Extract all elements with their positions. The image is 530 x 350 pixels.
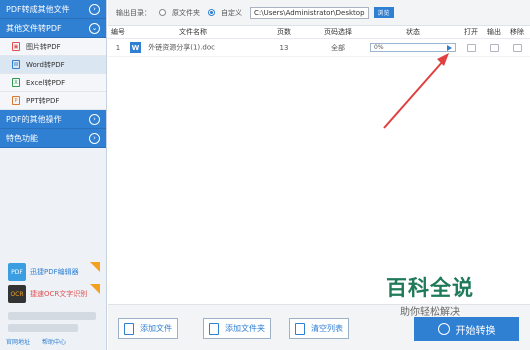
- watermark-subtitle: 助你轻松解决: [400, 307, 460, 318]
- promo-ocr[interactable]: OCR 捷速OCR文字识别: [8, 284, 100, 304]
- option-custom-label: 自定义: [221, 8, 242, 17]
- add-folder-button[interactable]: 添加文件夹: [203, 318, 271, 339]
- category-label: 其他文件转PDF: [6, 23, 62, 33]
- help-link[interactable]: 帮助中心: [42, 337, 66, 346]
- chevron-down-icon: ⌄: [89, 23, 100, 34]
- add-file-icon: [124, 322, 134, 335]
- play-circle-icon: [437, 323, 450, 335]
- promo-corner-badge: [90, 284, 100, 294]
- row-name-cell: W 外链资源分享(1).doc: [128, 42, 258, 53]
- option-original-label: 原文件夹: [172, 8, 200, 17]
- output-path-field[interactable]: C:\Users\Administrator\Desktop: [250, 6, 369, 19]
- sidebar-item-label: Excel转PDF: [26, 78, 66, 87]
- pdf-editor-logo-icon: PDF: [8, 263, 26, 281]
- category-other-to-pdf[interactable]: 其他文件转PDF ⌄: [0, 19, 106, 38]
- category-special-features[interactable]: 特色功能 ›: [0, 129, 106, 148]
- table-row[interactable]: 1 W 外链资源分享(1).doc 13 全部 0%: [108, 39, 530, 57]
- chevron-right-icon: ›: [89, 133, 100, 144]
- trash-icon[interactable]: [512, 43, 522, 52]
- watermark: 百科全说 助你轻松解决: [386, 272, 474, 318]
- row-page-range[interactable]: 全部: [310, 43, 366, 53]
- category-label: PDF转成其他文件: [6, 4, 70, 14]
- table-header: 编号 文件名称 页数 页码选择 状态 打开 输出 移除: [108, 26, 530, 39]
- row-remove[interactable]: [506, 43, 528, 52]
- excel-file-icon: X: [12, 78, 20, 87]
- col-range: 页码选择: [324, 28, 352, 36]
- sidebar: PDF转成其他文件 › 其他文件转PDF ⌄ ▣ 图片转PDF W Word转P…: [0, 0, 107, 350]
- col-output: 输出: [487, 28, 501, 36]
- col-no: 编号: [111, 28, 125, 36]
- chevron-right-icon: ›: [89, 114, 100, 125]
- promo-label: 迅捷PDF编辑器: [30, 268, 79, 276]
- sidebar-item-label: PPT转PDF: [26, 96, 60, 105]
- ocr-logo-icon: OCR: [8, 285, 26, 303]
- output-label: 输出目录：: [116, 8, 151, 17]
- sidebar-item-word-to-pdf[interactable]: W Word转PDF: [0, 56, 106, 74]
- col-status: 状态: [406, 28, 420, 36]
- clear-list-icon: [295, 322, 305, 335]
- row-output[interactable]: [482, 43, 506, 52]
- progress-text: 0%: [374, 44, 384, 51]
- sidebar-item-label: Word转PDF: [26, 60, 65, 69]
- category-label: 特色功能: [6, 133, 38, 143]
- play-icon[interactable]: [447, 45, 452, 51]
- watermark-title: 百科全说: [386, 276, 474, 300]
- chevron-right-icon: ›: [89, 4, 100, 15]
- sidebar-item-image-to-pdf[interactable]: ▣ 图片转PDF: [0, 38, 106, 56]
- add-folder-label: 添加文件夹: [225, 324, 265, 333]
- folder-icon[interactable]: [466, 43, 476, 52]
- radio-custom-folder[interactable]: [208, 9, 215, 16]
- row-open[interactable]: [460, 43, 482, 52]
- clear-list-label: 清空列表: [311, 324, 343, 333]
- blurred-info: [8, 324, 78, 332]
- row-no: 1: [115, 43, 121, 52]
- ppt-file-icon: P: [12, 96, 20, 105]
- add-folder-icon: [209, 322, 219, 335]
- promo-corner-badge: [90, 262, 100, 272]
- website-link[interactable]: 官网地址: [6, 337, 30, 346]
- add-file-label: 添加文件: [140, 324, 172, 333]
- start-convert-button[interactable]: 开始转换: [414, 317, 519, 341]
- promo-label: 捷速OCR文字识别: [30, 290, 88, 298]
- start-convert-label: 开始转换: [455, 325, 496, 337]
- clear-list-button[interactable]: 清空列表: [289, 318, 349, 339]
- footer-links: 官网地址 帮助中心: [6, 337, 66, 346]
- output-directory-bar: 输出目录： 原文件夹 自定义 C:\Users\Administrator\De…: [108, 0, 530, 26]
- category-pdf-other-ops[interactable]: PDF的其他操作 ›: [0, 110, 106, 129]
- export-icon[interactable]: [489, 43, 499, 52]
- row-file-name: 外链资源分享(1).doc: [148, 43, 215, 52]
- image-file-icon: ▣: [12, 42, 20, 51]
- word-doc-icon: W: [130, 42, 141, 53]
- col-open: 打开: [464, 28, 478, 36]
- row-pages: 13: [279, 43, 289, 52]
- radio-original-folder[interactable]: [159, 9, 166, 16]
- word-file-icon: W: [12, 60, 20, 69]
- sidebar-item-ppt-to-pdf[interactable]: P PPT转PDF: [0, 92, 106, 110]
- col-pages: 页数: [277, 28, 291, 36]
- sidebar-item-label: 图片转PDF: [26, 42, 61, 51]
- category-label: PDF的其他操作: [6, 114, 62, 124]
- promo-pdf-editor[interactable]: PDF 迅捷PDF编辑器: [8, 262, 100, 282]
- category-pdf-to-other[interactable]: PDF转成其他文件 ›: [0, 0, 106, 19]
- blurred-info: [8, 312, 96, 320]
- progress-bar: 0%: [370, 43, 456, 52]
- col-remove: 移除: [510, 28, 524, 36]
- row-status: 0%: [366, 43, 460, 52]
- add-file-button[interactable]: 添加文件: [118, 318, 178, 339]
- browse-button[interactable]: 浏览: [373, 7, 394, 18]
- sidebar-item-excel-to-pdf[interactable]: X Excel转PDF: [0, 74, 106, 92]
- col-name: 文件名称: [179, 28, 207, 36]
